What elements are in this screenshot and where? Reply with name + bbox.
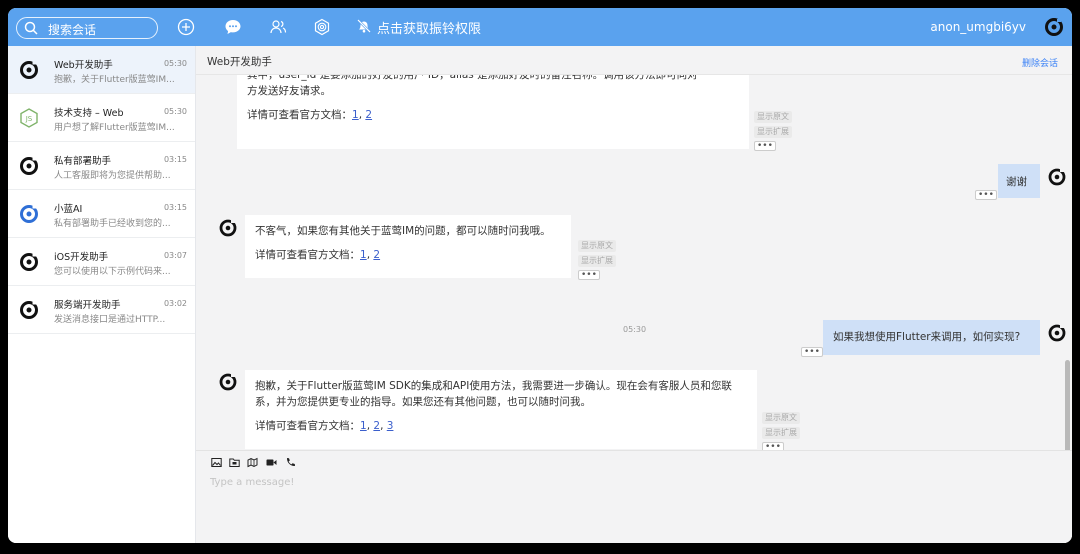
chat-header: Web开发助手 删除会话 xyxy=(196,46,1072,75)
show-extended-button[interactable]: 显示扩展 xyxy=(754,126,792,138)
conversation-preview: 抱歉，关于Flutter版蓝莺IM... xyxy=(54,75,175,85)
chat-panel: Web开发助手 删除会话 其中，user_id 是要添加的好友的用户 ID，al… xyxy=(196,46,1072,543)
show-original-button[interactable]: 显示原文 xyxy=(754,111,792,123)
svg-text:JS: JS xyxy=(25,115,33,123)
message-text: 方发送好友请求。 xyxy=(247,85,331,97)
more-button[interactable]: ••• xyxy=(762,442,784,450)
message-bubble: 如果我想使用Flutter来调用，如何实现? xyxy=(823,320,1040,355)
conversation-preview: 用户想了解Flutter版蓝莺IM... xyxy=(54,123,175,133)
more-button[interactable]: ••• xyxy=(754,141,776,151)
search-box[interactable]: 搜索会话 xyxy=(16,17,158,39)
conversation-preview: 私有部署助手已经收到您的... xyxy=(54,219,171,229)
conversation-time: 03:15 xyxy=(163,203,187,212)
message-text: 抱歉，关于Flutter版蓝莺IM SDK的集成和API使用方法，我需要进一步确… xyxy=(255,380,732,392)
scrollbar[interactable] xyxy=(1065,360,1070,450)
doc-link[interactable]: 1 xyxy=(360,249,367,261)
message-text: 谢谢 xyxy=(1006,176,1027,188)
conversation-time: 03:02 xyxy=(163,299,187,308)
username[interactable]: anon_umgbi6yv xyxy=(930,20,1026,34)
search-placeholder: 搜索会话 xyxy=(48,23,97,37)
show-original-button[interactable]: 显示原文 xyxy=(762,412,800,424)
more-button[interactable]: ••• xyxy=(578,270,600,280)
bot-logo xyxy=(20,253,38,271)
chat-icon[interactable] xyxy=(224,18,242,36)
conversation-time: 05:30 xyxy=(163,107,187,116)
more-button[interactable]: ••• xyxy=(975,190,997,200)
phone-icon[interactable] xyxy=(285,457,296,468)
doc-prefix: 详情可查看官方文档： xyxy=(255,249,360,261)
message-bubble: 谢谢 xyxy=(998,164,1040,198)
more-button[interactable]: ••• xyxy=(801,347,823,357)
conversation-item[interactable]: JS 技术支持 – Web 05:30 用户想了解Flutter版蓝莺IM... xyxy=(8,94,195,142)
top-bar: 搜索会话 点击获取振铃权限 anon_umgbi6yv xyxy=(8,8,1072,46)
message-list[interactable]: 其中，user_id 是要添加的好友的用户 ID，alias 是添加好友时的备注… xyxy=(196,75,1072,450)
conversation-time: 03:15 xyxy=(163,155,187,164)
doc-link[interactable]: 2 xyxy=(373,249,380,261)
doc-link[interactable]: 1 xyxy=(352,109,359,121)
ringtone-permission-link[interactable]: 点击获取振铃权限 xyxy=(377,18,481,37)
delete-conversation-button[interactable]: 删除会话 xyxy=(1022,56,1058,69)
conversation-name: 服务端开发助手 xyxy=(54,300,121,311)
user-avatar[interactable] xyxy=(1044,17,1064,37)
message-text: 系，并为您提供更专业的指导。如果您还有其他问题，也可以随时问我。 xyxy=(255,396,591,408)
conversation-item[interactable]: 私有部署助手 03:15 人工客服即将为您提供帮助... xyxy=(8,142,195,190)
doc-link[interactable]: 1 xyxy=(360,420,367,432)
message-composer: Type a message! xyxy=(196,450,1072,543)
conversation-name: 小蓝AI xyxy=(54,204,83,215)
conversation-item[interactable]: 服务端开发助手 03:02 发送消息接口是通过HTTP... xyxy=(8,286,195,334)
bot-logo xyxy=(20,157,38,175)
app-window: 搜索会话 点击获取振铃权限 anon_umgbi6yv Web开发助手 05:3… xyxy=(8,8,1072,543)
conversation-preview: 发送消息接口是通过HTTP... xyxy=(54,315,166,325)
bot-logo xyxy=(20,301,38,319)
doc-prefix: 详情可查看官方文档： xyxy=(247,109,352,121)
user-avatar xyxy=(1048,168,1066,186)
chat-title: Web开发助手 xyxy=(207,56,272,68)
conversation-preview: 人工客服即将为您提供帮助... xyxy=(54,171,171,181)
settings-icon[interactable] xyxy=(313,18,331,36)
video-icon[interactable] xyxy=(266,457,277,468)
conversation-item[interactable]: 小蓝AI 03:15 私有部署助手已经收到您的... xyxy=(8,190,195,238)
bot-avatar xyxy=(219,219,237,237)
node-js-logo: JS xyxy=(20,108,38,128)
conversation-item[interactable]: Web开发助手 05:30 抱歉，关于Flutter版蓝莺IM... xyxy=(8,46,195,94)
bot-avatar xyxy=(219,373,237,391)
user-avatar xyxy=(1048,324,1066,342)
message-bubble: 其中，user_id 是要添加的好友的用户 ID，alias 是添加好友时的备注… xyxy=(237,75,749,149)
folder-icon[interactable] xyxy=(229,457,240,468)
show-extended-button[interactable]: 显示扩展 xyxy=(762,427,800,439)
doc-links: 详情可查看官方文档：1, 2 xyxy=(247,109,373,121)
show-extended-button[interactable]: 显示扩展 xyxy=(578,255,616,267)
doc-link[interactable]: 2 xyxy=(365,109,372,121)
conversation-item[interactable]: iOS开发助手 03:07 您可以使用以下示例代码来... xyxy=(8,238,195,286)
show-original-button[interactable]: 显示原文 xyxy=(578,240,616,252)
conversation-name: 私有部署助手 xyxy=(54,156,112,167)
doc-link[interactable]: 2 xyxy=(373,420,380,432)
blue-bot-logo xyxy=(20,205,38,223)
conversation-name: Web开发助手 xyxy=(54,60,113,71)
conversation-preview: 您可以使用以下示例代码来... xyxy=(54,267,171,277)
doc-links: 详情可查看官方文档：1, 2, 3 xyxy=(255,420,394,432)
conversation-list: Web开发助手 05:30 抱歉，关于Flutter版蓝莺IM... JS 技术… xyxy=(8,46,196,543)
add-icon[interactable] xyxy=(177,18,195,36)
doc-links: 详情可查看官方文档：1, 2 xyxy=(255,249,381,261)
timestamp: 05:30 xyxy=(623,325,647,334)
conversation-name: iOS开发助手 xyxy=(54,252,109,263)
conversation-time: 05:30 xyxy=(163,59,187,68)
message-input[interactable]: Type a message! xyxy=(210,477,294,488)
message-text: 其中，user_id 是要添加的好友的用户 ID，alias 是添加好友时的备注… xyxy=(247,75,698,81)
search-icon xyxy=(24,21,38,35)
location-icon[interactable] xyxy=(247,457,258,468)
message-bubble: 抱歉，关于Flutter版蓝莺IM SDK的集成和API使用方法，我需要进一步确… xyxy=(245,370,757,449)
conversation-time: 03:07 xyxy=(163,251,187,260)
bell-off-icon[interactable] xyxy=(356,18,372,34)
doc-link[interactable]: 3 xyxy=(387,420,394,432)
message-text: 如果我想使用Flutter来调用，如何实现? xyxy=(833,331,1021,343)
bot-logo xyxy=(20,61,38,79)
image-icon[interactable] xyxy=(211,457,222,468)
message-text: 不客气，如果您有其他关于蓝莺IM的问题，都可以随时问我哦。 xyxy=(255,225,551,237)
conversation-name: 技术支持 – Web xyxy=(54,108,124,119)
contacts-icon[interactable] xyxy=(269,18,287,36)
message-bubble: 不客气，如果您有其他关于蓝莺IM的问题，都可以随时问我哦。 详情可查看官方文档：… xyxy=(245,215,571,278)
doc-prefix: 详情可查看官方文档： xyxy=(255,420,360,432)
